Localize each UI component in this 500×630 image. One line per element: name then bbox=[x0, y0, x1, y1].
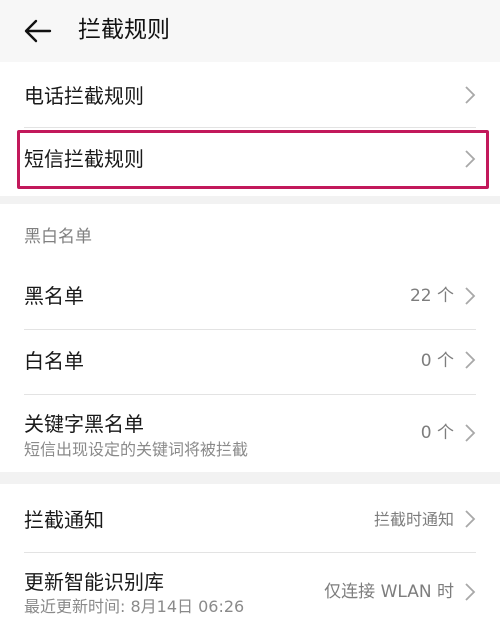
chevron-right-icon bbox=[465, 150, 476, 168]
keyword-blacklist-description: 短信出现设定的关键词将被拦截 bbox=[24, 440, 249, 459]
chevron-right-icon bbox=[465, 86, 476, 104]
page-title: 拦截规则 bbox=[78, 17, 170, 43]
chevron-right-icon bbox=[465, 287, 476, 305]
chevron-right-icon bbox=[465, 510, 476, 528]
whitelist-label: 白名单 bbox=[24, 349, 84, 373]
last-update-time: 最近更新时间: 8月14日 06:26 bbox=[24, 597, 245, 616]
phone-intercept-rules-row[interactable]: 电话拦截规则 bbox=[0, 62, 500, 127]
settings-card: 拦截通知 拦截时通知 更新智能识别库 最近更新时间: 8月14日 06:26 仅… bbox=[0, 484, 500, 630]
sms-intercept-rules-row[interactable]: 短信拦截规则 bbox=[0, 128, 500, 194]
section-title-blackwhite: 黑白名单 bbox=[24, 227, 92, 247]
blacklist-label: 黑名单 bbox=[24, 284, 84, 308]
arrow-left-icon[interactable] bbox=[20, 15, 56, 47]
rules-card: 电话拦截规则 短信拦截规则 bbox=[0, 62, 500, 196]
blacklist-row[interactable]: 黑名单 22 个 bbox=[0, 264, 500, 329]
blacklist-count: 22 个 bbox=[409, 286, 454, 306]
chevron-right-icon bbox=[465, 351, 476, 369]
update-recognition-library-row[interactable]: 更新智能识别库 最近更新时间: 8月14日 06:26 仅连接 WLAN 时 bbox=[0, 553, 500, 630]
update-recognition-library-label: 更新智能识别库 bbox=[24, 570, 164, 594]
whitelist-row[interactable]: 白名单 0 个 bbox=[0, 330, 500, 394]
intercept-notification-value: 拦截时通知 bbox=[373, 510, 454, 529]
whitelist-count: 0 个 bbox=[420, 351, 454, 371]
title-bar: 拦截规则 bbox=[0, 0, 500, 62]
sms-intercept-rules-label: 短信拦截规则 bbox=[24, 147, 144, 171]
keyword-blacklist-label: 关键字黑名单 bbox=[24, 412, 144, 436]
intercept-notification-row[interactable]: 拦截通知 拦截时通知 bbox=[0, 484, 500, 552]
chevron-right-icon bbox=[465, 424, 476, 442]
keyword-blacklist-count: 0 个 bbox=[420, 423, 454, 443]
chevron-right-icon bbox=[465, 583, 476, 601]
blackwhite-list-card: 黑白名单 黑名单 22 个 白名单 0 个 关键字黑名单 短信出现设定的关键词将… bbox=[0, 204, 500, 472]
intercept-notification-label: 拦截通知 bbox=[24, 508, 104, 532]
keyword-blacklist-row[interactable]: 关键字黑名单 短信出现设定的关键词将被拦截 0 个 bbox=[0, 395, 500, 472]
update-condition-value: 仅连接 WLAN 时 bbox=[324, 582, 454, 602]
phone-intercept-rules-label: 电话拦截规则 bbox=[24, 84, 144, 108]
